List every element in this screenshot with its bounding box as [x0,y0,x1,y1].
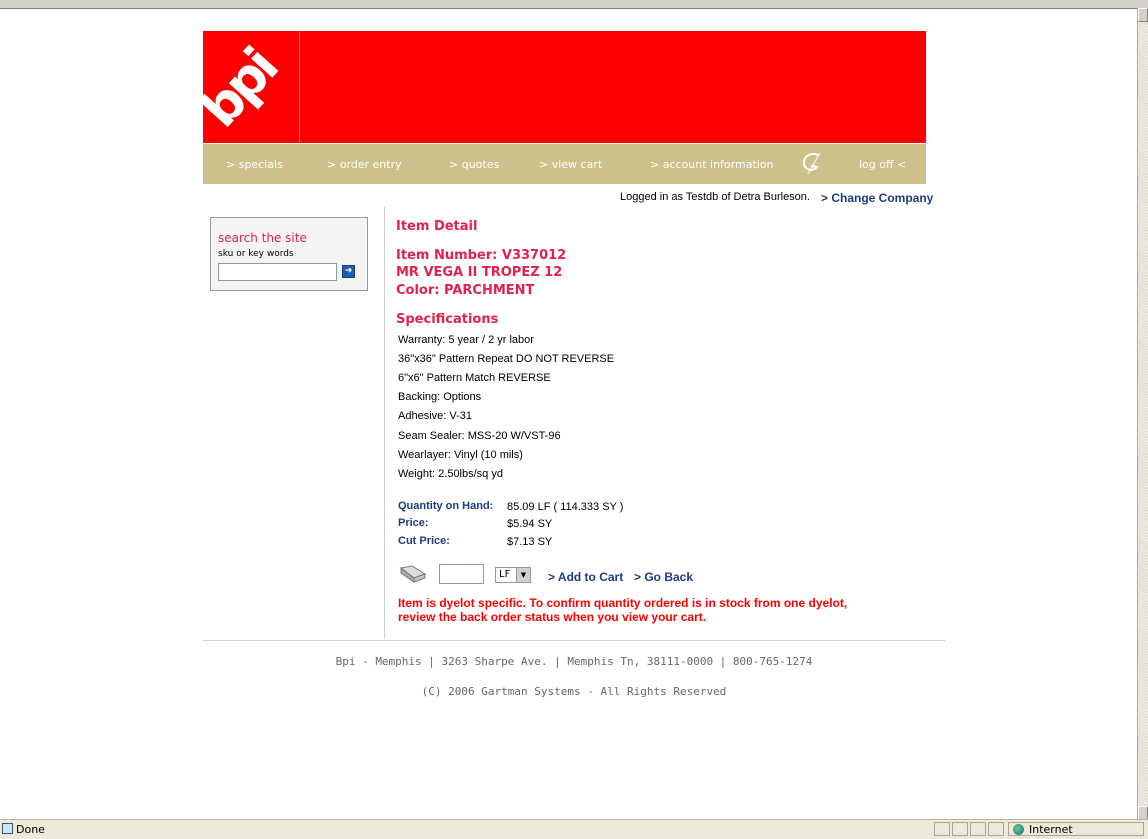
change-company-link[interactable]: > Change Company [821,191,933,205]
footer-address: Bpi - Memphis | 3263 Sharpe Ave. | Memph… [335,655,813,668]
status-cell [934,822,950,836]
main-nav: > specials > order entry > quotes > view… [203,144,926,184]
cut-price-label: Cut Price: [398,535,450,547]
chevron-down-icon[interactable]: ▼ [516,568,530,582]
scroll-up-arrow[interactable] [1138,8,1148,22]
search-title: search the site [218,231,307,245]
browser-top-frame [0,0,1148,9]
specifications-heading: Specifications [396,312,499,327]
quantity-on-hand-value: 85.09 LF ( 114.333 SY ) [507,501,624,513]
status-cell [952,822,968,836]
item-color: Color: PARCHMENT [396,283,535,298]
order-row: LF ▼ > Add to Cart > Go Back [398,564,798,586]
add-to-cart-link[interactable]: > Add to Cart [548,570,623,584]
nav-view-cart[interactable]: > view cart [539,158,602,171]
item-detail-heading: Item Detail [396,219,478,234]
unit-select-value: LF [499,569,511,580]
cut-price-value: $7.13 SY [507,536,553,548]
arrow-right-icon: ➜ [344,266,353,276]
spec-line: Adhesive: V-31 [398,410,472,422]
price-value: $5.94 SY [507,518,553,530]
security-zone: Internet [1008,822,1144,836]
browser-status-bar: Done Internet [0,819,1148,839]
footer-divider [203,640,945,641]
search-input[interactable] [218,263,337,281]
spec-line: Weight: 2.50lbs/sq yd [398,468,503,480]
item-name: MR VEGA II TROPEZ 12 [396,265,563,280]
globe-icon [1013,824,1024,835]
unit-select[interactable]: LF ▼ [495,567,531,583]
status-cell [988,822,1004,836]
spec-line: 6"x6" Pattern Match REVERSE [398,372,551,384]
bpi-logo[interactable]: bpi [203,31,300,143]
footer-copyright: (C) 2006 Gartman Systems - All Rights Re… [421,685,727,698]
header-banner: bpi [203,31,926,143]
status-text: Done [16,823,45,836]
spec-line: 36"x36" Pattern Repeat DO NOT REVERSE [398,353,615,365]
gartman-logo-icon [802,152,821,175]
scroll-down-arrow[interactable] [1138,806,1148,820]
nav-log-off[interactable]: log off < [859,158,906,171]
spec-line: Warranty: 5 year / 2 yr labor [398,334,534,346]
logo-text: bpi [203,39,289,139]
quantity-on-hand-label: Quantity on Hand: [398,500,494,512]
nav-account-information[interactable]: > account information [650,158,774,171]
price-label: Price: [398,517,429,529]
vertical-scrollbar[interactable] [1137,8,1148,820]
spec-line: Seam Sealer: MSS-20 W/VST-96 [398,430,561,442]
nav-specials[interactable]: > specials [226,158,283,171]
logged-in-text: Logged in as Testdb of Detra Burleson. [620,191,810,203]
quantity-input[interactable] [439,564,484,584]
search-go-button[interactable]: ➜ [342,265,355,278]
catalog-book-icon [399,565,427,583]
nav-order-entry[interactable]: > order entry [327,158,402,171]
search-subtitle: sku or key words [218,249,294,259]
go-back-link[interactable]: > Go Back [634,570,693,584]
column-divider [384,207,385,639]
nav-quotes[interactable]: > quotes [449,158,499,171]
dyelot-warning: Item is dyelot specific. To confirm quan… [398,596,848,624]
spec-line: Backing: Options [398,391,482,403]
item-number: Item Number: V337012 [396,248,567,263]
zone-text: Internet [1029,823,1073,836]
status-cell [970,822,986,836]
search-panel: search the site sku or key words ➜ [210,217,368,291]
spec-line: Wearlayer: Vinyl (10 mils) [398,449,523,461]
page-done-icon [2,823,13,834]
